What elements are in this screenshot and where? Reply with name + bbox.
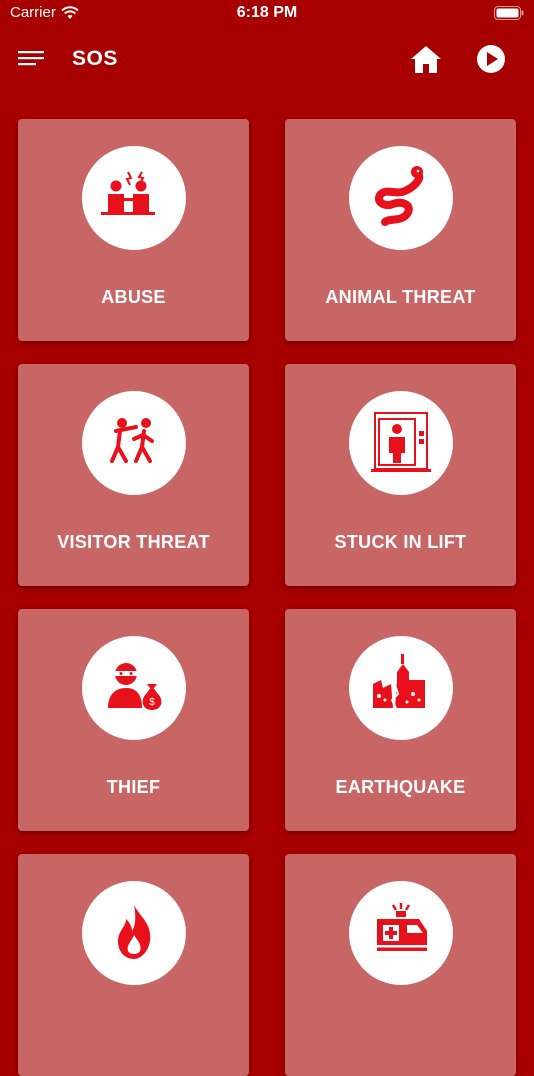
app-bar: SOS [0, 28, 534, 92]
tile-icon-circle [82, 146, 186, 250]
play-icon[interactable] [474, 42, 508, 76]
svg-text:$: $ [149, 697, 155, 708]
status-bar: Carrier 6:18 PM [0, 0, 534, 28]
ambulance-icon [377, 903, 427, 951]
tile-visitor-threat[interactable]: VISITOR THREAT [18, 364, 249, 586]
tile-animal-threat[interactable]: ANIMAL THREAT [285, 119, 516, 341]
status-time: 6:18 PM [236, 4, 298, 21]
tile-label: ABUSE [101, 287, 166, 307]
tile-label: VISITOR THREAT [57, 532, 210, 552]
tile-icon-circle: $ [82, 636, 186, 740]
tile-icon-circle [349, 636, 453, 740]
tile-abuse[interactable]: ABUSE [18, 119, 249, 341]
tile-icon-circle [82, 391, 186, 495]
tile-icon-circle [349, 391, 453, 495]
page-title: SOS [72, 47, 118, 70]
tile-label: THIEF [106, 777, 161, 797]
tile-label: EARTHQUAKE [335, 777, 466, 797]
tile-earthquake[interactable]: EARTHQUAKE [285, 609, 516, 831]
visitor-threat-icon [110, 418, 154, 463]
battery-icon [494, 6, 524, 20]
tile-icon-circle [349, 881, 453, 985]
home-icon[interactable] [408, 42, 444, 78]
tile-stuck-in-lift[interactable]: STUCK IN LIFT [285, 364, 516, 586]
fire-icon [118, 905, 151, 959]
elevator-person-icon [371, 412, 431, 472]
tile-fire[interactable] [18, 854, 249, 1076]
snake-icon [375, 166, 424, 226]
tile-label: ANIMAL THREAT [325, 287, 476, 307]
menu-icon[interactable] [14, 44, 48, 74]
tile-icon-circle [82, 881, 186, 985]
thief-icon: $ [108, 663, 162, 710]
tile-thief[interactable]: $ THIEF [18, 609, 249, 831]
tile-label: STUCK IN LIFT [334, 532, 467, 552]
abuse-icon [101, 171, 155, 215]
tile-medical[interactable] [285, 854, 516, 1076]
earthquake-building-icon [373, 654, 425, 709]
tile-icon-circle [349, 146, 453, 250]
